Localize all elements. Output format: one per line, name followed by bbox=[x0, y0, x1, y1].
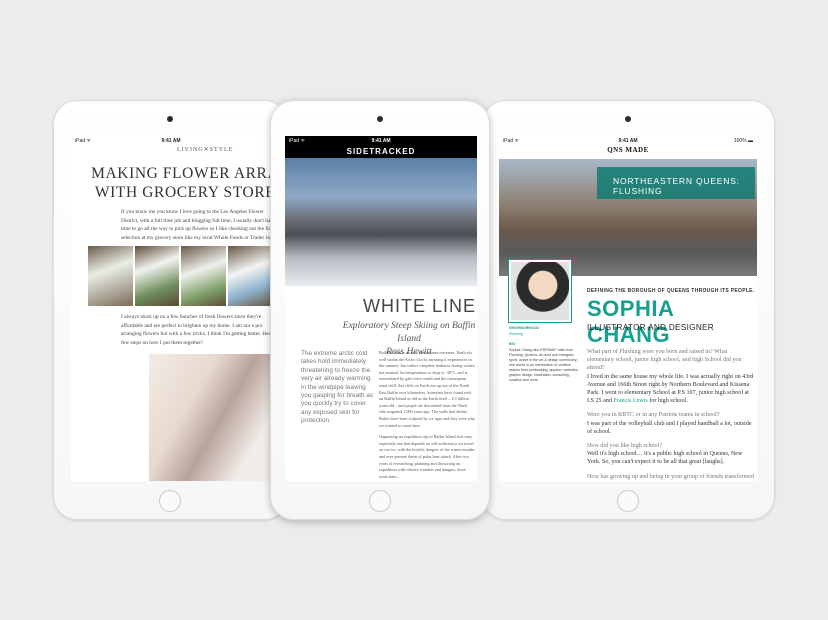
site-brand[interactable]: LIVING✕STYLE bbox=[177, 146, 233, 153]
site-header[interactable]: QNS MADE bbox=[499, 146, 757, 154]
neighborhood-value[interactable]: Flushing bbox=[509, 332, 579, 337]
florist-photo bbox=[149, 354, 271, 481]
sidetracked-header: iPad ᯤ 9:41 AM SIDETRACKED bbox=[285, 136, 477, 158]
article-title: WHITE LINES bbox=[363, 296, 477, 316]
status-bar: iPad ᯤ 9:41 AM bbox=[285, 136, 477, 146]
flower-photo-1 bbox=[88, 246, 133, 306]
body-paragraph-1: Baffin Island is an area that defines ex… bbox=[379, 350, 475, 428]
screen-right: iPad ᯤ 9:41 AM 100% ▬ QNS MADE NORTHEAST… bbox=[499, 136, 757, 481]
home-button[interactable] bbox=[159, 490, 181, 512]
bio-text: Sophia Chang aka 'ESPIMAY' hails from Fl… bbox=[509, 348, 579, 382]
ipad-center: iPad ᯤ 9:41 AM SIDETRACKED WHITE LINES E… bbox=[270, 100, 490, 520]
status-bar: iPad ᯤ 9:41 AM bbox=[71, 136, 271, 146]
sidetracked-logo[interactable]: SIDETRACKED bbox=[285, 147, 477, 156]
time-label: 9:41 AM bbox=[161, 138, 181, 144]
status-bar: iPad ᯤ 9:41 AM 100% ▬ bbox=[499, 136, 757, 146]
person-name: SOPHIA CHANG bbox=[587, 296, 674, 347]
answer-1-end: for high school. bbox=[649, 398, 688, 405]
person-role: ILLUSTRATOR AND DESIGNER bbox=[587, 323, 715, 332]
mountain-photo bbox=[285, 158, 477, 286]
banner-label: NORTHEASTERN QUEENS: FLUSHING bbox=[613, 176, 740, 196]
time-label: 9:41 AM bbox=[371, 138, 391, 144]
intro-paragraph: If you know me you know I love going to … bbox=[121, 209, 271, 241]
time-label: 9:41 AM bbox=[618, 138, 638, 144]
camera-icon bbox=[167, 116, 173, 122]
question-3: How did you like high school? bbox=[587, 443, 662, 450]
steps-paragraph: I always stock up on a few bunches of fr… bbox=[121, 314, 271, 346]
body-paragraph-2: Organizing an expedition trip to Baffin … bbox=[379, 434, 475, 479]
article-body: Baffin Island is an area that defines ex… bbox=[379, 350, 475, 480]
answer-2: I was part of the volleyball club and I … bbox=[587, 420, 752, 435]
screen-left: iPad ᯤ 9:41 AM LIVING✕STYLE MAKING FLOWE… bbox=[71, 136, 271, 481]
title-line-1: MAKING FLOWER ARRANG bbox=[91, 165, 271, 182]
flower-photo-strip bbox=[88, 246, 271, 306]
home-button[interactable] bbox=[369, 490, 391, 512]
subtitle-text: Exploratory Steep Skiing on Baffin Islan… bbox=[342, 321, 476, 344]
answer-1: I lived in the same house my whole life.… bbox=[587, 373, 755, 406]
home-button[interactable] bbox=[617, 490, 639, 512]
neighborhood-banner: NORTHEASTERN QUEENS: FLUSHING bbox=[597, 167, 755, 199]
question-1: What part of Flushing were you born and … bbox=[587, 349, 742, 372]
flower-photo-4 bbox=[227, 246, 271, 306]
screen-center: iPad ᯤ 9:41 AM SIDETRACKED WHITE LINES E… bbox=[285, 136, 477, 481]
camera-icon bbox=[625, 116, 631, 122]
interview-block: What part of Flushing were you born and … bbox=[587, 348, 755, 481]
flower-photo-3 bbox=[181, 246, 226, 306]
question-4: How has growing up and being in your gro… bbox=[587, 473, 755, 480]
title-line-2: WITH GROCERY STORE FL bbox=[94, 184, 271, 201]
school-link[interactable]: Francis Lewis bbox=[613, 398, 647, 404]
answer-3: Well it's high school… it's a public hig… bbox=[587, 451, 743, 466]
ipad-right: iPad ᯤ 9:41 AM 100% ▬ QNS MADE NORTHEAST… bbox=[482, 100, 775, 520]
flushing-street-photo: NORTHEASTERN QUEENS: FLUSHING bbox=[499, 159, 757, 276]
question-2: Were you in RBTC or in any Patriots team… bbox=[587, 412, 720, 419]
article-title: MAKING FLOWER ARRANG WITH GROCERY STORE … bbox=[87, 164, 271, 202]
battery-label: 100% ▬ bbox=[733, 138, 753, 144]
ipad-left: iPad ᯤ 9:41 AM LIVING✕STYLE MAKING FLOWE… bbox=[53, 100, 288, 520]
portrait-photo bbox=[508, 259, 572, 323]
camera-icon bbox=[377, 116, 383, 122]
neighborhood-label: NEIGHBORHOOD bbox=[509, 326, 540, 330]
article-kicker: DEFINING THE BOROUGH OF QUEENS THROUGH I… bbox=[587, 288, 755, 294]
flower-photo-2 bbox=[134, 246, 179, 306]
pull-quote: The extreme arctic cold takes hold immed… bbox=[301, 350, 374, 425]
bio-label: BIO bbox=[509, 342, 516, 346]
